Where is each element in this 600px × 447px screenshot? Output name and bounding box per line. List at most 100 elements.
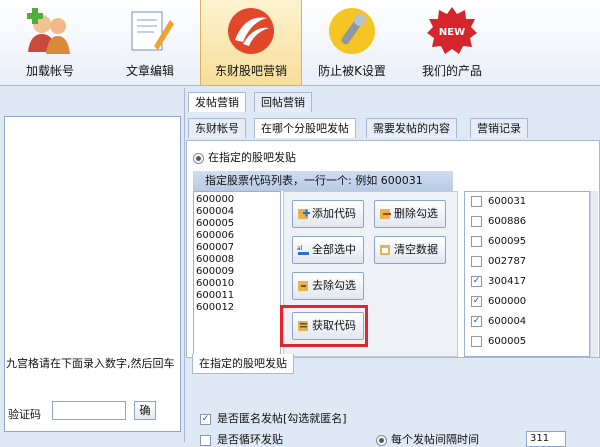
svg-text:al: al	[297, 245, 303, 252]
toolbar-label: 防止被K设置	[318, 64, 386, 78]
checklist-item[interactable]: ✓ 300417	[465, 272, 589, 292]
captcha-input[interactable]	[52, 401, 126, 420]
main-toolbar: 加载帐号 文章编辑 东财股吧营销 防止被K设置 NEW 我们的产品	[0, 0, 600, 86]
anonymous-option[interactable]: ✓ 是否匿名发帖[勾选就匿名]	[200, 410, 347, 426]
highlight-box	[280, 305, 368, 347]
article-edit-button[interactable]: 文章编辑	[100, 0, 200, 86]
interval-input[interactable]: 311	[526, 431, 566, 447]
checklist-code: 600031	[488, 196, 527, 207]
checklist-code: 600000	[488, 296, 527, 307]
add-icon	[298, 209, 310, 219]
eastmoney-marketing-button[interactable]: 东财股吧营销	[200, 0, 302, 86]
checklist-item[interactable]: 600886	[465, 212, 589, 232]
loop-option[interactable]: 是否循环发贴	[200, 431, 283, 447]
code-line: 600009	[196, 266, 235, 277]
clear-data-button[interactable]: 清空数据	[374, 236, 446, 264]
specified-forum-radio[interactable]: 在指定的股吧发贴	[193, 149, 296, 165]
checkbox-checked-icon[interactable]: ✓	[471, 275, 482, 287]
code-line: 600011	[196, 290, 235, 301]
select-all-button[interactable]: al 全部选中	[292, 236, 364, 264]
checklist-code: 600095	[488, 236, 527, 247]
uncheck-button[interactable]: 去除勾选	[292, 272, 364, 300]
captcha-image-box	[4, 116, 181, 432]
tab-post-content[interactable]: 需要发帖的内容	[366, 118, 457, 138]
captcha-confirm-button[interactable]: 确	[134, 401, 156, 420]
our-products-button[interactable]: NEW 我们的产品	[402, 0, 502, 86]
sub-tabs: 东财帐号 在哪个分股吧发帖 需要发帖的内容 营销记录	[186, 118, 600, 138]
toolbar-label: 我们的产品	[421, 64, 482, 78]
tab-post-marketing[interactable]: 发帖营销	[188, 92, 246, 112]
code-line: 600008	[196, 254, 235, 265]
code-line: 600010	[196, 278, 235, 289]
forum-panel: 在指定的股吧发贴 指定股票代码列表，一行一个: 例如 600031 600000…	[186, 140, 600, 358]
anti-ban-settings-button[interactable]: 防止被K设置	[302, 0, 402, 86]
code-line: 600004	[196, 206, 235, 217]
delete-checked-button[interactable]: 删除勾选	[374, 200, 446, 228]
checklist-item[interactable]: 600031	[465, 192, 589, 212]
checklist-item[interactable]: ✓ 600000	[465, 292, 589, 312]
add-code-label: 添加代码	[312, 207, 356, 220]
code-line: 600000	[196, 194, 235, 205]
clear-data-label: 清空数据	[394, 243, 438, 256]
checkbox-icon[interactable]	[471, 215, 482, 227]
radio-icon	[376, 434, 387, 446]
wrench-icon	[329, 8, 375, 54]
tab-specified-forum[interactable]: 在指定的股吧发贴	[192, 354, 294, 374]
users-add-icon	[27, 8, 70, 54]
code-line: 600005	[196, 218, 235, 229]
load-accounts-button[interactable]: 加载帐号	[0, 0, 100, 86]
checkbox-checked-icon[interactable]: ✓	[200, 413, 211, 425]
checklist-item[interactable]: 002787	[465, 252, 589, 272]
checkbox-icon[interactable]	[471, 255, 482, 267]
edit-document-icon	[131, 11, 174, 51]
code-line: 600012	[196, 302, 235, 313]
stock-checklist[interactable]: 600031 600886 600095 002787 ✓ 300417 ✓ 600…	[464, 191, 590, 357]
tab-reply-marketing[interactable]: 回帖营销	[254, 92, 312, 112]
captcha-label: 验证码	[8, 408, 41, 421]
checklist-code: 300417	[488, 276, 527, 287]
uncheck-icon	[298, 281, 308, 291]
uncheck-label: 去除勾选	[312, 279, 356, 292]
top-tabs: 发帖营销 回帖营销	[186, 92, 600, 112]
loop-label: 是否循环发贴	[217, 433, 283, 446]
left-pane	[0, 88, 185, 442]
radio-icon	[193, 152, 204, 164]
checkbox-icon[interactable]	[471, 335, 482, 347]
code-line: 600007	[196, 242, 235, 253]
checkbox-icon[interactable]	[471, 235, 482, 247]
select-all-label: 全部选中	[312, 243, 356, 256]
checklist-item[interactable]: 600095	[465, 232, 589, 252]
captcha-tip: 九宫格请在下面录入数字,然后回车	[6, 357, 175, 370]
checkbox-checked-icon[interactable]: ✓	[471, 315, 482, 327]
toolbar-label: 东财股吧营销	[214, 64, 287, 78]
radio-label: 在指定的股吧发贴	[208, 151, 296, 164]
checklist-code: 600005	[488, 336, 527, 347]
anonymous-label: 是否匿名发帖[勾选就匿名]	[217, 412, 347, 425]
add-code-button[interactable]: 添加代码	[292, 200, 364, 228]
new-badge-icon: NEW	[427, 7, 477, 54]
stock-code-textarea[interactable]: 600000 600004 600005 600006 600007 60000…	[193, 191, 281, 357]
select-all-icon: al	[297, 245, 309, 255]
new-badge-text: NEW	[439, 27, 465, 38]
checklist-code: 600004	[488, 316, 527, 327]
interval-option[interactable]: 每个发帖间隔时间	[376, 431, 479, 447]
checkbox-icon[interactable]	[200, 434, 211, 446]
tab-which-forum[interactable]: 在哪个分股吧发帖	[254, 118, 356, 138]
checklist-code: 002787	[488, 256, 527, 267]
clear-icon	[380, 245, 390, 255]
checkbox-icon[interactable]	[471, 195, 482, 207]
toolbar-label: 加载帐号	[25, 64, 74, 78]
code-line: 600006	[196, 230, 235, 241]
checklist-item[interactable]: ✓ 600004	[465, 312, 589, 332]
tab-eastmoney-account[interactable]: 东财帐号	[188, 118, 246, 138]
interval-label: 每个发帖间隔时间	[391, 433, 479, 446]
checklist-scrollbar[interactable]	[590, 191, 598, 357]
toolbar-label: 文章编辑	[125, 64, 174, 78]
delete-icon	[380, 209, 391, 219]
code-list-header: 指定股票代码列表，一行一个: 例如 600031	[193, 171, 453, 191]
checklist-code: 600886	[488, 216, 527, 227]
eastmoney-logo-icon	[228, 8, 274, 54]
tab-marketing-log[interactable]: 营销记录	[470, 118, 528, 138]
checklist-item[interactable]: 600005	[465, 332, 589, 352]
checkbox-checked-icon[interactable]: ✓	[471, 295, 482, 307]
